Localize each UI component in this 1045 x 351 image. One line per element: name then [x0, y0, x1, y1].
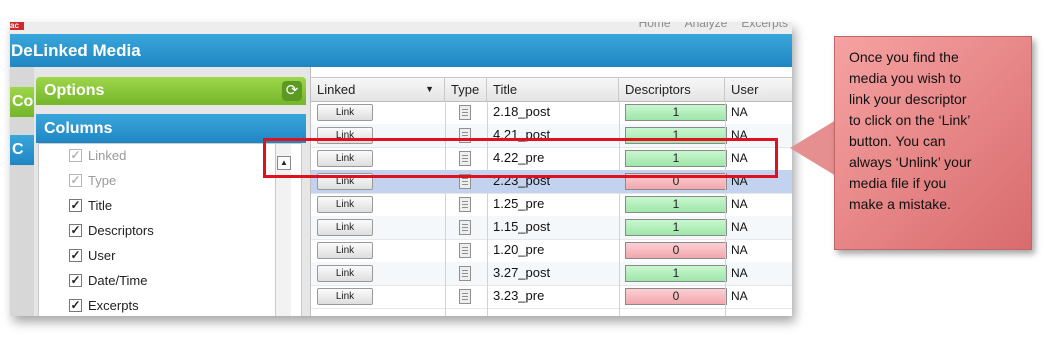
user-cell: NA [731, 289, 748, 303]
descriptor-count[interactable]: 0 [625, 288, 727, 305]
header-user[interactable]: User [725, 78, 792, 101]
sort-down-icon[interactable]: ▼ [425, 78, 434, 101]
header-type[interactable]: Type [445, 78, 487, 101]
table-row[interactable]: Link 1.25_pre 1 NA [311, 193, 792, 217]
columns-label: Columns [44, 120, 113, 137]
options-label: Options [44, 82, 105, 99]
table-row[interactable]: Link 2.18_post 1 NA [311, 101, 792, 125]
descriptor-count[interactable]: 1 [625, 196, 727, 213]
behind-window-title: De [11, 41, 33, 60]
user-cell: NA [731, 105, 748, 119]
top-nav: Home Analyze Excerpts [639, 22, 788, 30]
checkbox-user[interactable]: ✓ [69, 248, 82, 262]
column-item-user[interactable]: ✓ User [69, 245, 115, 265]
user-cell: NA [731, 220, 748, 234]
column-item-label: Type [88, 172, 117, 188]
column-item-label: Linked [88, 147, 127, 163]
table-header: Linked ▼ Type Title Descriptors User [311, 77, 792, 102]
column-item-excerpts[interactable]: ✓ Excerpts [69, 295, 139, 315]
descriptor-count[interactable]: 1 [625, 219, 727, 236]
column-item-linked: ✓ Linked [69, 145, 126, 165]
column-item-label: User [88, 247, 116, 263]
document-icon [459, 289, 471, 304]
column-item-descriptors[interactable]: ✓ Descriptors [69, 220, 154, 240]
link-button[interactable]: Link [317, 265, 373, 282]
header-descriptors[interactable]: Descriptors [619, 78, 725, 101]
column-item-label: Excerpts [88, 297, 139, 313]
stub-co[interactable]: Co [10, 87, 34, 117]
user-cell: NA [731, 243, 748, 257]
nav-excerpts[interactable]: Excerpts [741, 22, 788, 30]
table-row[interactable]: Link 1.15_post 1 NA [311, 216, 792, 240]
document-icon [459, 105, 471, 120]
document-icon [459, 266, 471, 281]
column-item-datetime[interactable]: ✓ Date/Time [69, 270, 147, 290]
header-linked[interactable]: Linked ▼ [311, 78, 445, 101]
column-item-title[interactable]: ✓ Title [69, 195, 112, 215]
window-title: Linked Media [33, 41, 141, 60]
checkbox-datetime[interactable]: ✓ [69, 273, 82, 287]
options-header[interactable]: Options ⟳ [36, 77, 306, 105]
checkbox-type: ✓ [69, 172, 82, 187]
document-icon [459, 220, 471, 235]
header-title[interactable]: Title [487, 78, 619, 101]
descriptor-count[interactable]: 1 [625, 265, 727, 282]
media-title: 2.18_post [493, 104, 551, 119]
column-divider [619, 100, 620, 316]
media-title: 1.15_post [493, 219, 551, 234]
column-item-label: Date/Time [88, 272, 148, 288]
nav-analyze[interactable]: Analyze [685, 22, 728, 30]
instruction-callout: Once you find the media you wish to link… [834, 36, 1032, 250]
descriptor-count[interactable]: 1 [625, 104, 727, 121]
top-strip: ac Home Analyze Excerpts [10, 22, 792, 34]
checkbox-linked: ✓ [69, 147, 82, 162]
media-title: 3.27_post [493, 265, 551, 280]
link-button[interactable]: Link [317, 288, 373, 305]
table-row[interactable]: Link 1.20_pre 0 NA [311, 239, 792, 263]
callout-text: Once you find the media you wish to link… [849, 49, 972, 212]
checkbox-title[interactable]: ✓ [69, 198, 82, 212]
column-item-type: ✓ Type [69, 170, 116, 190]
media-title: 1.25_pre [493, 196, 545, 211]
highlight-box [263, 138, 778, 178]
media-title: 3.23_pre [493, 288, 545, 303]
table-row[interactable]: Link 3.23_pre 0 NA [311, 285, 792, 309]
table-row[interactable]: Link 3.27_post 1 NA [311, 262, 792, 286]
nav-home[interactable]: Home [639, 22, 671, 30]
link-button[interactable]: Link [317, 219, 373, 236]
column-item-label: Title [88, 197, 113, 213]
header-linked-label: Linked [317, 82, 356, 97]
column-divider [725, 100, 726, 316]
checkbox-descriptors[interactable]: ✓ [69, 223, 82, 237]
user-cell: NA [731, 197, 748, 211]
checkbox-excerpts[interactable]: ✓ [69, 298, 82, 312]
link-button[interactable]: Link [317, 196, 373, 213]
link-button[interactable]: Link [317, 104, 373, 121]
stub-c[interactable]: C [10, 135, 34, 165]
column-divider [487, 100, 488, 316]
document-icon [459, 243, 471, 258]
refresh-icon[interactable]: ⟳ [282, 81, 302, 101]
document-icon [459, 197, 471, 212]
callout-pointer [790, 120, 836, 176]
app-badge: ac [10, 22, 24, 30]
left-stubs: Co C [10, 67, 34, 316]
column-item-label: Descriptors [88, 222, 154, 238]
window-titlebar: De Linked Media [10, 34, 792, 67]
left-panel: Options ⟳ Columns ✓ Linked ✓ Type ✓ Titl… [34, 67, 310, 316]
user-cell: NA [731, 266, 748, 280]
column-divider [445, 100, 446, 316]
media-title: 1.20_pre [493, 242, 545, 257]
descriptor-count[interactable]: 0 [625, 242, 727, 259]
media-table: Linked ▼ Type Title Descriptors User Lin… [310, 67, 792, 316]
link-button[interactable]: Link [317, 242, 373, 259]
